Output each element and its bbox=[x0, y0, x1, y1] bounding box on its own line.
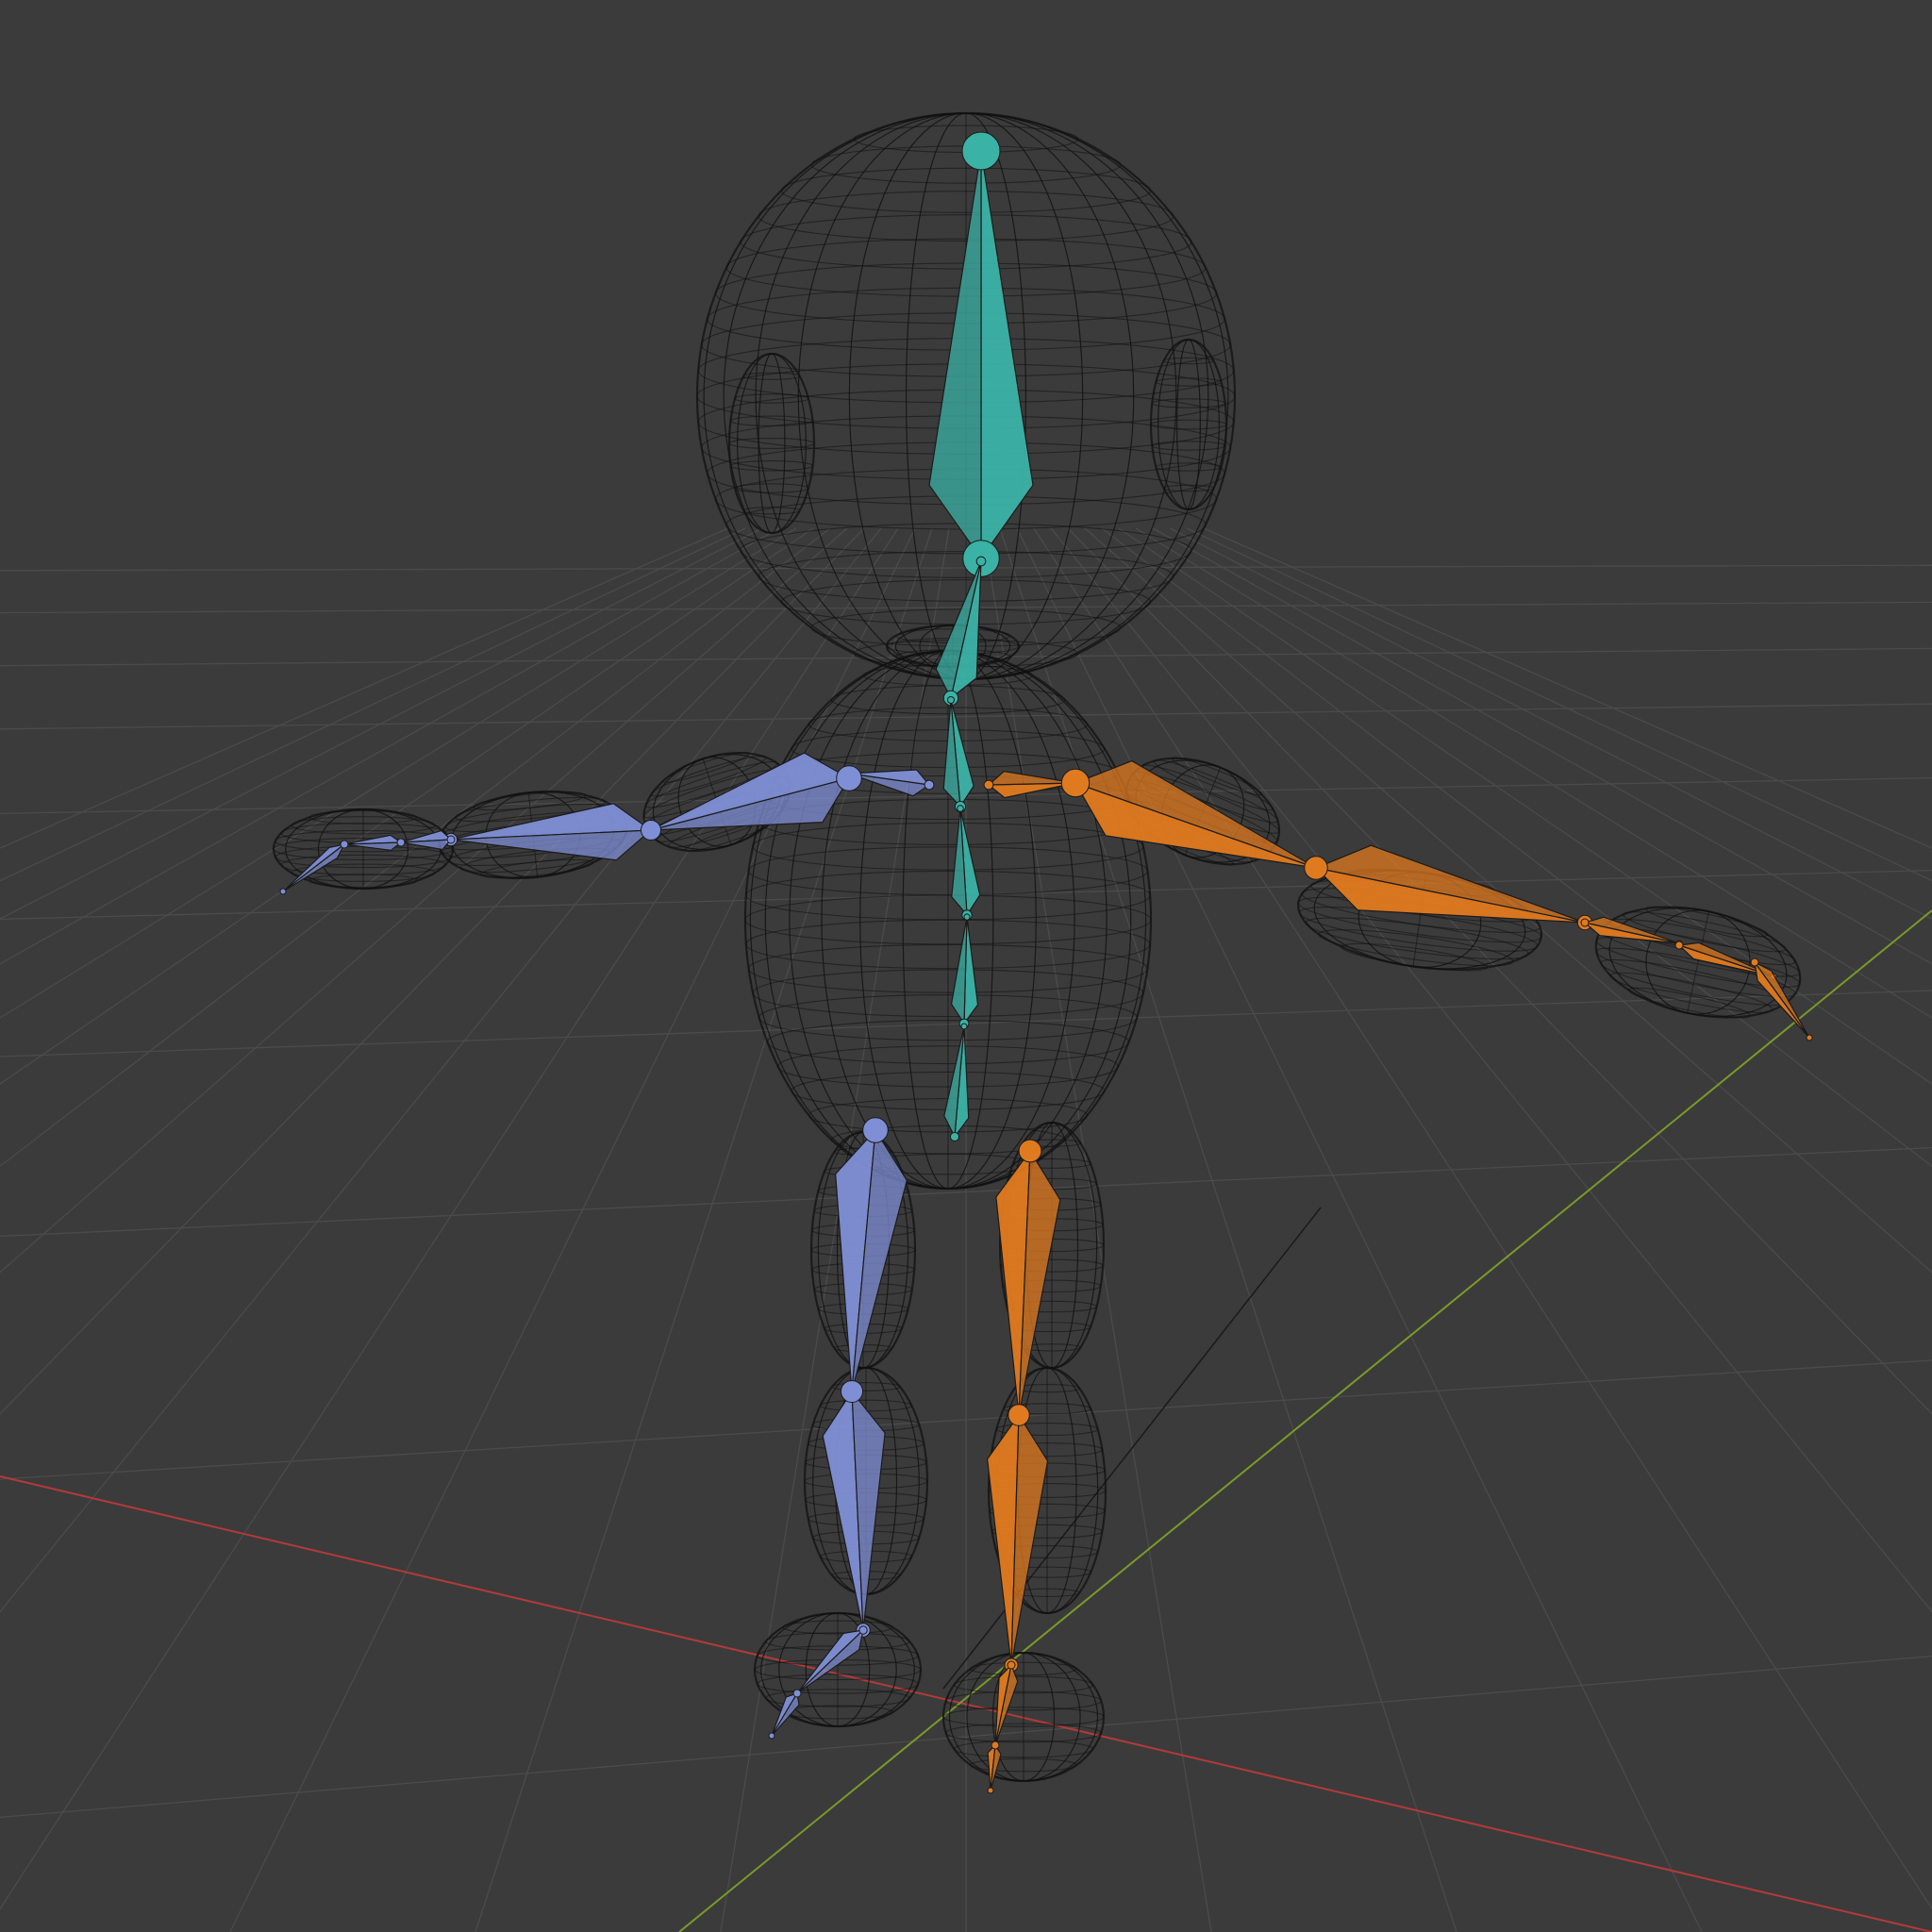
grid-line bbox=[1203, 527, 1932, 849]
grid-line bbox=[1050, 527, 1932, 1613]
bone-hand-right-head-joint bbox=[1580, 918, 1590, 927]
bone-upperarm-right-head-joint bbox=[1060, 768, 1091, 798]
grid-line bbox=[1067, 527, 1932, 1415]
bone-forearm-right bbox=[1304, 844, 1593, 931]
ear-left-mesh-lon bbox=[758, 353, 786, 534]
bone-upperarm-left bbox=[642, 752, 862, 839]
bone-finger-right-b bbox=[1750, 958, 1813, 1041]
bone-upperarm-left-head-joint bbox=[836, 765, 862, 791]
ear-right-mesh-lon bbox=[1176, 339, 1201, 510]
bone-thigh-right bbox=[995, 1139, 1061, 1423]
bone-spine-mid-face-b bbox=[950, 916, 968, 1025]
hand-right-mesh bbox=[1594, 906, 1802, 1019]
bone-neck-tail-joint bbox=[975, 556, 987, 567]
ear-right-mesh-lat bbox=[1155, 377, 1223, 387]
bone-foot-left bbox=[793, 1625, 868, 1697]
ear-left-mesh-lat bbox=[734, 393, 809, 404]
grid-line bbox=[1016, 527, 1703, 1932]
ear-left-mesh bbox=[727, 352, 816, 535]
bone-spine-upper-tail-joint bbox=[957, 805, 964, 812]
bone-shin-left-head-joint bbox=[840, 1379, 864, 1404]
bone-finger-right-b-tail-joint bbox=[1806, 1034, 1813, 1041]
bone-finger-left-b-face-b bbox=[282, 843, 345, 892]
ear-left-mesh-outline bbox=[727, 352, 816, 535]
ear-right-mesh-lat bbox=[1150, 419, 1227, 430]
bone-toe-left-tail-joint bbox=[768, 1732, 775, 1740]
grid-line bbox=[0, 527, 729, 849]
bone-finger-left-a bbox=[341, 834, 406, 851]
bone-toe-right bbox=[987, 1740, 1002, 1794]
bone-forearm-right-head-joint bbox=[1304, 856, 1328, 880]
ear-left-mesh-lon bbox=[737, 353, 807, 534]
floor-grid bbox=[0, 527, 1932, 1932]
ear-left-mesh-lat bbox=[728, 438, 815, 449]
bone-thigh-right-head-joint bbox=[1018, 1139, 1042, 1163]
grid-line bbox=[0, 527, 746, 882]
grid-line bbox=[1033, 527, 1932, 1910]
bone-finger-right-b-face-b bbox=[1754, 961, 1810, 1039]
bone-toe-left-head-joint bbox=[792, 1689, 802, 1698]
bone-spine-lower-tail-joint bbox=[960, 1023, 968, 1030]
grid-line bbox=[1135, 527, 1932, 1019]
grid-line bbox=[1186, 527, 1932, 882]
bone-toe-right-head-joint bbox=[991, 1740, 1000, 1750]
armature[interactable] bbox=[279, 131, 1813, 1794]
grid-line bbox=[1152, 527, 1932, 965]
bone-spine-mid-tail-joint bbox=[963, 913, 971, 921]
bone-toe-left bbox=[768, 1689, 802, 1740]
3d-viewport[interactable] bbox=[0, 0, 1932, 1932]
bone-chest-tail-joint bbox=[946, 695, 956, 705]
ear-right-mesh-lon bbox=[1158, 339, 1220, 510]
bone-thigh-left-head-joint bbox=[862, 1117, 889, 1143]
bone-neck bbox=[935, 556, 987, 707]
bone-foot-left-face-b bbox=[796, 1628, 864, 1694]
ear-right-mesh-outline bbox=[1149, 338, 1228, 511]
bone-finger-left-b-tail-joint bbox=[279, 888, 287, 895]
ear-right-mesh-lat bbox=[1151, 441, 1226, 451]
character-mesh[interactable] bbox=[272, 111, 1810, 1783]
bone-forearm-left-head-joint bbox=[641, 820, 661, 841]
ear-left-mesh-lat bbox=[734, 483, 809, 493]
ear-right-mesh-lat bbox=[1155, 462, 1223, 472]
bone-spine-lower-head-joint bbox=[949, 1131, 960, 1142]
bone-finger-left-a-head-joint bbox=[396, 838, 406, 847]
ear-right-mesh bbox=[1149, 338, 1228, 511]
bone-head-top-joint bbox=[961, 131, 1001, 171]
ear-left-mesh-lat bbox=[729, 415, 814, 427]
bone-head bbox=[928, 139, 1034, 577]
bone-spine-mid bbox=[950, 913, 979, 1029]
bone-shoulder-left-head-joint bbox=[924, 779, 935, 791]
foot-right-mesh bbox=[941, 1651, 1106, 1783]
bone-shin-right-head-joint bbox=[1008, 1404, 1030, 1426]
bone-foot-left-head-joint bbox=[858, 1625, 868, 1635]
bone-finger-right-b-head-joint bbox=[1750, 958, 1759, 967]
bone-shin-left bbox=[822, 1379, 886, 1638]
viewport-scene[interactable] bbox=[0, 0, 1932, 1932]
foot-left-mesh bbox=[753, 1611, 923, 1728]
bone-toe-right-tail-joint bbox=[987, 1787, 994, 1794]
grid-line bbox=[0, 527, 780, 965]
bone-finger-left-b-head-joint bbox=[340, 840, 349, 849]
bone-foot-right-head-joint bbox=[1007, 1660, 1016, 1670]
bone-finger-right-a-head-joint bbox=[1674, 941, 1684, 950]
grid-line bbox=[1084, 527, 1932, 1274]
bone-hand-left-head-joint bbox=[446, 835, 456, 844]
grid-line bbox=[1101, 527, 1932, 1168]
ear-right-mesh-lat bbox=[1162, 484, 1215, 492]
ear-right-mesh-lat bbox=[1151, 398, 1226, 408]
grid-line bbox=[0, 527, 763, 920]
grid-line bbox=[1169, 527, 1932, 920]
bone-shoulder-right-head-joint bbox=[983, 779, 994, 791]
